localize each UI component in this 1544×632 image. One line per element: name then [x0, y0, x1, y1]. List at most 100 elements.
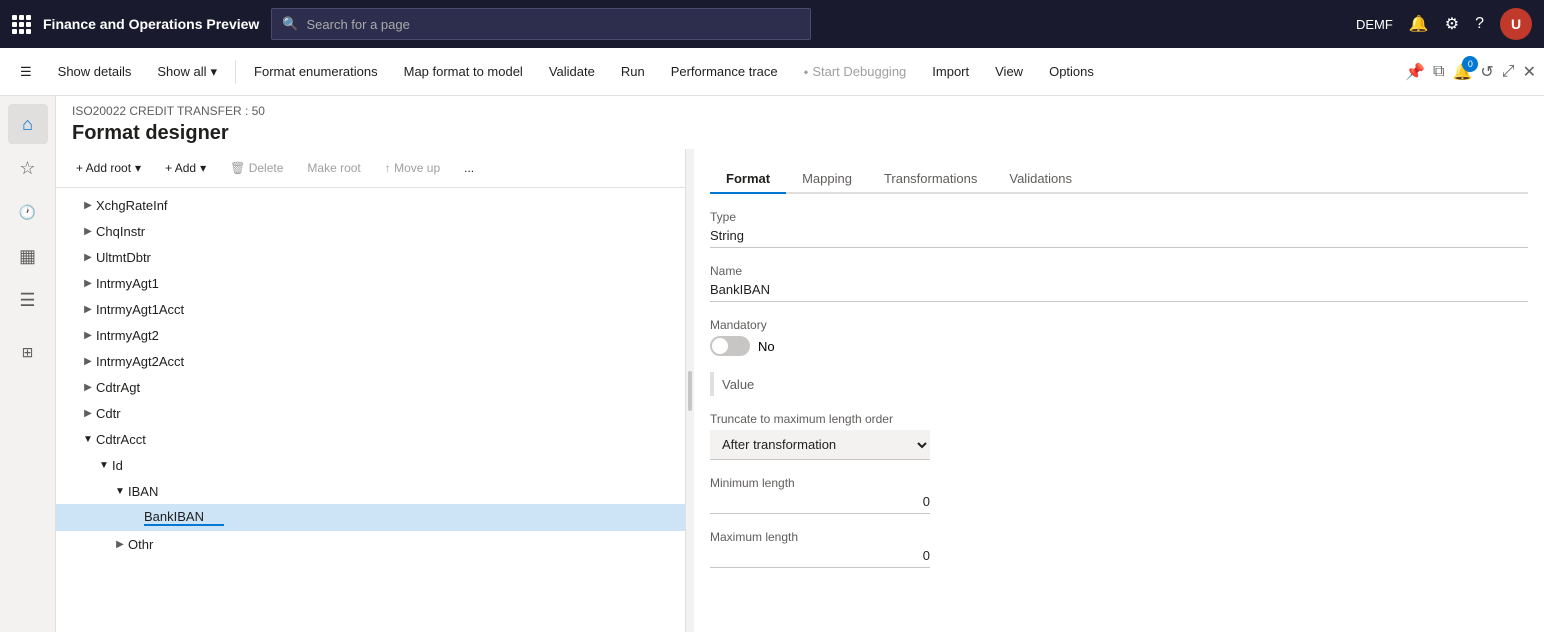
- tree-item-intrmyAgt2Acct[interactable]: ▶ IntrmyAgt2Acct: [56, 348, 685, 374]
- tree-label: CdtrAgt: [96, 380, 677, 395]
- tree-item-xchgRateInf[interactable]: ▶ XchgRateInf: [56, 192, 685, 218]
- mandatory-toggle[interactable]: [710, 336, 750, 356]
- tree-item-intrmyAgt2[interactable]: ▶ IntrmyAgt2: [56, 322, 685, 348]
- delete-button[interactable]: 🗑 Delete: [222, 157, 291, 179]
- min-length-value: 0: [710, 494, 930, 514]
- tree-label: IntrmyAgt2Acct: [96, 354, 677, 369]
- chevron-down-icon: ▼: [112, 483, 128, 499]
- tab-format[interactable]: Format: [710, 165, 786, 194]
- truncate-dropdown[interactable]: After transformation: [710, 430, 930, 460]
- start-debugging-label: Start Debugging: [812, 64, 906, 79]
- tree-content[interactable]: ▶ XchgRateInf ▶ ChqInstr ▶ UltmtDbtr: [56, 188, 685, 632]
- performance-trace-button[interactable]: Performance trace: [659, 54, 790, 90]
- avatar[interactable]: U: [1500, 8, 1532, 40]
- pin-icon[interactable]: 📌: [1405, 62, 1425, 82]
- close-icon[interactable]: ✕: [1523, 62, 1536, 82]
- tree-item-cdtrAcct[interactable]: ▼ CdtrAcct: [56, 426, 685, 452]
- show-all-button[interactable]: Show all ▾: [145, 54, 229, 90]
- type-label: Type: [710, 210, 1528, 224]
- top-nav-bar: Finance and Operations Preview 🔍 Search …: [0, 0, 1544, 48]
- resize-handle[interactable]: [686, 149, 694, 632]
- tree-label: Id: [112, 458, 677, 473]
- notification-count: 0: [1462, 56, 1478, 72]
- tree-item-edit-input[interactable]: [144, 509, 224, 526]
- apps-grid-icon[interactable]: [12, 15, 31, 34]
- app-title: Finance and Operations Preview: [43, 16, 259, 32]
- format-enumerations-button[interactable]: Format enumerations: [242, 54, 390, 90]
- tree-item-chqInstr[interactable]: ▶ ChqInstr: [56, 218, 685, 244]
- map-format-to-model-button[interactable]: Map format to model: [392, 54, 535, 90]
- help-icon[interactable]: ?: [1475, 15, 1484, 33]
- sidebar-item-modules[interactable]: ☰: [8, 280, 48, 320]
- tree-toolbar: + Add root ▾ + Add ▾ 🗑 Delete Make root …: [56, 149, 685, 188]
- tree-item-cdtr[interactable]: ▶ Cdtr: [56, 400, 685, 426]
- tree-item-othr[interactable]: ▶ Othr: [56, 531, 685, 557]
- more-button[interactable]: ...: [456, 157, 482, 179]
- tree-item-ultmtDbtr[interactable]: ▶ UltmtDbtr: [56, 244, 685, 270]
- tab-transformations[interactable]: Transformations: [868, 165, 993, 194]
- menu-toggle-button[interactable]: ☰: [8, 54, 44, 90]
- expand-icon[interactable]: ⤢: [1502, 63, 1515, 81]
- run-button[interactable]: Run: [609, 54, 657, 90]
- make-root-button[interactable]: Make root: [299, 157, 368, 179]
- tree-item-intrmyAgt1Acct[interactable]: ▶ IntrmyAgt1Acct: [56, 296, 685, 322]
- hamburger-icon: ☰: [20, 64, 32, 80]
- search-bar[interactable]: 🔍 Search for a page: [271, 8, 811, 40]
- page-header: ISO20022 CREDIT TRANSFER : 50 Format des…: [56, 96, 1544, 149]
- add-button[interactable]: + Add ▾: [157, 157, 214, 179]
- split-view-icon[interactable]: ⧉: [1433, 63, 1444, 81]
- tree-label: XchgRateInf: [96, 198, 677, 213]
- top-right-actions: DEMF 🔔 ⚙ ? U: [1356, 8, 1532, 40]
- max-length-field-group: Maximum length 0: [710, 530, 1528, 568]
- chevron-right-icon: ▶: [80, 379, 96, 395]
- right-panel: Format Mapping Transformations Validatio…: [694, 149, 1544, 632]
- min-length-label: Minimum length: [710, 476, 1528, 490]
- tree-item-iban[interactable]: ▼ IBAN: [56, 478, 685, 504]
- sidebar-item-favorites[interactable]: ☆: [8, 148, 48, 188]
- sidebar-item-recent[interactable]: 🕐: [8, 192, 48, 232]
- tab-validations[interactable]: Validations: [993, 165, 1088, 194]
- sidebar-item-home[interactable]: ⌂: [8, 104, 48, 144]
- no-chevron: [128, 510, 144, 526]
- mandatory-toggle-row: No: [710, 336, 1528, 356]
- options-button[interactable]: Options: [1037, 54, 1106, 90]
- tree-item-cdtrAgt[interactable]: ▶ CdtrAgt: [56, 374, 685, 400]
- add-root-button[interactable]: + Add root ▾: [68, 157, 149, 179]
- tab-mapping[interactable]: Mapping: [786, 165, 868, 194]
- search-placeholder: Search for a page: [306, 17, 409, 32]
- add-root-label: + Add root: [76, 161, 131, 175]
- value-label: Value: [722, 377, 754, 392]
- import-button[interactable]: Import: [920, 54, 981, 90]
- notifications-badge-button[interactable]: 🔔 0: [1452, 62, 1472, 82]
- debug-icon: ⬩: [804, 64, 809, 80]
- truncate-field-group: Truncate to maximum length order After t…: [710, 412, 1528, 460]
- show-all-label: Show all: [157, 64, 206, 79]
- tab-format-label: Format: [726, 171, 770, 186]
- type-value: String: [710, 228, 1528, 248]
- tree-label: IntrmyAgt2: [96, 328, 677, 343]
- chevron-right-icon: ▶: [80, 301, 96, 317]
- validate-button[interactable]: Validate: [537, 54, 607, 90]
- chevron-right-icon: ▶: [80, 327, 96, 343]
- tree-panel: + Add root ▾ + Add ▾ 🗑 Delete Make root …: [56, 149, 686, 632]
- chevron-right-icon: ▶: [80, 353, 96, 369]
- name-value: BankIBAN: [710, 282, 1528, 302]
- sidebar-item-workspaces[interactable]: ▦: [8, 236, 48, 276]
- bell-icon[interactable]: 🔔: [1409, 14, 1429, 34]
- chevron-down-icon: ▼: [80, 431, 96, 447]
- move-up-button[interactable]: ↑ Move up: [377, 157, 448, 179]
- show-details-button[interactable]: Show details: [46, 54, 144, 90]
- filter-icon[interactable]: ⊞: [8, 332, 48, 372]
- tree-label: ChqInstr: [96, 224, 677, 239]
- gear-icon[interactable]: ⚙: [1445, 14, 1459, 34]
- main-layout: ⌂ ☆ 🕐 ▦ ☰ ⊞ ISO20022 CREDIT TRANSFER : 5…: [0, 96, 1544, 632]
- name-field-group: Name BankIBAN: [710, 264, 1528, 302]
- refresh-icon[interactable]: ↺: [1480, 62, 1493, 82]
- view-button[interactable]: View: [983, 54, 1035, 90]
- start-debugging-button[interactable]: ⬩ Start Debugging: [792, 54, 919, 90]
- tree-item-bankIBAN[interactable]: [56, 504, 685, 531]
- tree-item-id[interactable]: ▼ Id: [56, 452, 685, 478]
- chevron-right-icon: ▶: [80, 223, 96, 239]
- chevron-right-icon: ▶: [112, 536, 128, 552]
- tree-item-intrmyAgt1[interactable]: ▶ IntrmyAgt1: [56, 270, 685, 296]
